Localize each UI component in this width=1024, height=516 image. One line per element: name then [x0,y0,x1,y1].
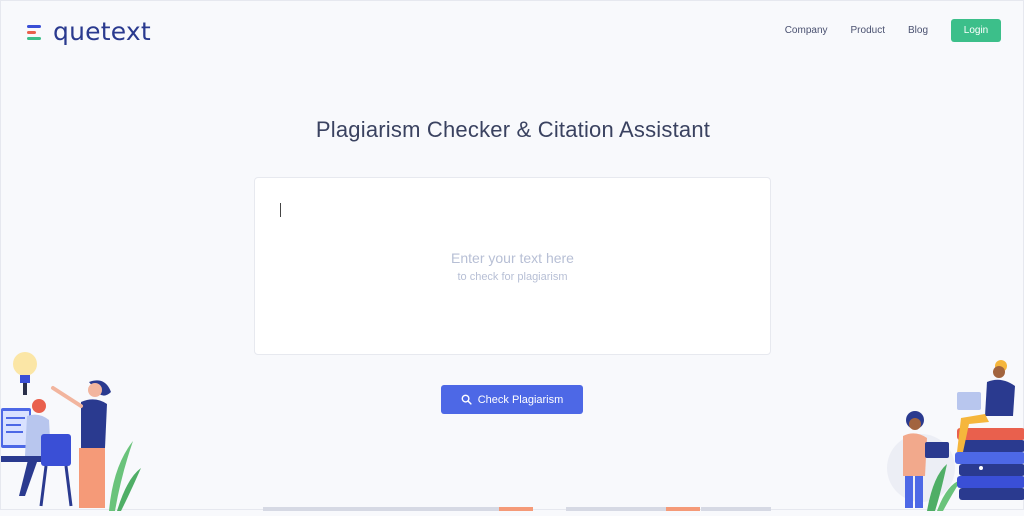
search-icon [461,394,472,405]
text-caret [280,203,281,217]
top-nav: Company Product Blog Login [785,19,1001,42]
nav-blog[interactable]: Blog [908,25,928,36]
page-title: Plagiarism Checker & Citation Assistant [315,117,711,142]
placeholder-primary: Enter your text here [451,250,574,266]
check-plagiarism-label: Check Plagiarism [477,393,564,406]
header: quetext Company Product Blog Login [1,1,1024,61]
bottom-strip [1,507,1024,511]
people-reading-illustration [881,356,1024,511]
nav-product[interactable]: Product [851,25,885,36]
quetext-logo-icon [27,20,47,44]
placeholder-secondary: to check for plagiarism [457,271,568,283]
logo[interactable]: quetext [27,17,151,46]
nav-company[interactable]: Company [785,25,828,36]
text-input-area[interactable]: Enter your text here to check for plagia… [254,177,771,355]
check-plagiarism-button[interactable]: Check Plagiarism [441,385,583,414]
people-working-illustration [1,346,141,511]
login-button[interactable]: Login [951,19,1001,42]
logo-text: quetext [53,17,151,46]
